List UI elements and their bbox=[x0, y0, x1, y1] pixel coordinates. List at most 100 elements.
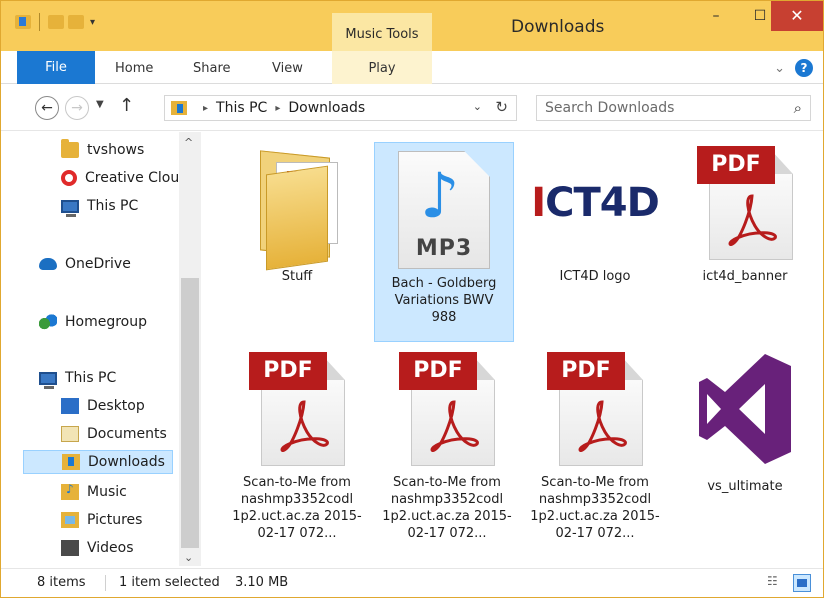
file-item-scan-1[interactable]: PDF Scan-to-Me from nashmp3352codl 1p2.u… bbox=[227, 350, 367, 560]
nav-item-downloads[interactable]: Downloads bbox=[23, 450, 173, 474]
file-item-ict4d-logo[interactable]: ICT4D ICT4D logo bbox=[525, 144, 665, 314]
acrobat-icon bbox=[280, 400, 329, 452]
up-button[interactable]: ↑ bbox=[119, 95, 134, 116]
breadcrumb-this-pc[interactable]: This PC bbox=[216, 100, 267, 116]
file-name: ict4d_banner bbox=[702, 269, 788, 284]
nav-item-label: Pictures bbox=[87, 512, 143, 528]
file-item-stuff[interactable]: Stuff bbox=[227, 144, 367, 314]
acrobat-icon bbox=[728, 194, 777, 246]
file-name: Stuff bbox=[281, 269, 313, 284]
ribbon-right-controls: ⌄ ? bbox=[774, 59, 813, 77]
nav-item-label: Downloads bbox=[88, 454, 165, 470]
refresh-icon[interactable]: ↻ bbox=[495, 98, 508, 116]
mp3-badge: MP3 bbox=[415, 236, 473, 261]
title-bar: ▾ Music Tools Downloads – ☐ ✕ bbox=[1, 1, 823, 51]
mp3-file-icon: ♪ MP3 bbox=[398, 151, 490, 269]
music-tools-context-tab[interactable]: Music Tools bbox=[332, 13, 432, 51]
pdf-file-icon: PDF bbox=[697, 144, 793, 262]
nav-pane-scrollbar[interactable]: ^ ⌄ bbox=[179, 132, 201, 566]
homegroup-icon bbox=[39, 314, 57, 330]
pdf-badge: PDF bbox=[547, 352, 625, 390]
folder-icon bbox=[61, 139, 79, 158]
scroll-up-icon[interactable]: ^ bbox=[184, 136, 193, 149]
pdf-file-icon: PDF bbox=[249, 350, 345, 468]
computer-icon bbox=[39, 371, 57, 389]
acrobat-icon bbox=[578, 400, 627, 452]
nav-item-this-pc[interactable]: This PC bbox=[39, 366, 179, 390]
nav-item-label: This PC bbox=[65, 370, 117, 386]
explorer-window: ▾ Music Tools Downloads – ☐ ✕ File Home … bbox=[0, 0, 824, 598]
toolbar-separator bbox=[39, 13, 40, 31]
desktop-folder-icon bbox=[61, 398, 79, 414]
acrobat-icon bbox=[430, 400, 479, 452]
file-name: Scan-to-Me from nashmp3352codl 1p2.uct.a… bbox=[382, 475, 512, 541]
breadcrumb-separator-icon[interactable]: ▸ bbox=[275, 103, 280, 114]
address-bar[interactable]: ▸ This PC ▸ Downloads ⌄ ↻ bbox=[164, 95, 517, 121]
search-placeholder: Search Downloads bbox=[545, 100, 675, 116]
ict4d-logo-text: ICT4D bbox=[531, 180, 660, 226]
recent-locations-icon[interactable]: ▼ bbox=[96, 99, 104, 110]
music-folder-icon bbox=[61, 482, 79, 500]
status-size: 3.10 MB bbox=[235, 575, 289, 590]
back-button[interactable]: ← bbox=[35, 96, 59, 120]
tab-view[interactable]: View bbox=[264, 51, 311, 84]
ict4d-logo-thumbnail: ICT4D bbox=[531, 144, 660, 262]
close-button[interactable]: ✕ bbox=[771, 1, 823, 31]
new-folder-icon[interactable] bbox=[48, 15, 64, 29]
nav-item-label: tvshows bbox=[87, 142, 145, 158]
quick-access-toolbar: ▾ bbox=[15, 13, 95, 31]
file-name: vs_ultimate bbox=[707, 479, 783, 494]
scroll-down-icon[interactable]: ⌄ bbox=[184, 551, 193, 564]
pdf-file-icon: PDF bbox=[399, 350, 495, 468]
nav-item-label: Creative Cloud Files bbox=[85, 170, 179, 186]
breadcrumb-separator-icon[interactable]: ▸ bbox=[203, 103, 208, 114]
visual-studio-icon bbox=[699, 354, 791, 464]
computer-icon bbox=[61, 199, 79, 217]
folder-icon[interactable] bbox=[68, 15, 84, 29]
pdf-badge: PDF bbox=[399, 352, 477, 390]
file-name: Bach - Goldberg Variations BWV 988 bbox=[391, 276, 497, 325]
videos-folder-icon bbox=[61, 540, 79, 556]
minimize-button[interactable]: – bbox=[695, 1, 737, 31]
scrollbar-thumb[interactable] bbox=[181, 278, 199, 548]
search-input[interactable]: Search Downloads ⌕ bbox=[536, 95, 811, 121]
expand-ribbon-icon[interactable]: ⌄ bbox=[774, 61, 785, 76]
properties-icon[interactable] bbox=[15, 15, 31, 29]
nav-item-label: This PC bbox=[87, 198, 139, 214]
nav-item-label: Videos bbox=[87, 540, 134, 556]
downloads-folder-icon bbox=[62, 454, 80, 470]
file-item-vs-ultimate[interactable]: vs_ultimate bbox=[675, 350, 815, 520]
file-item-scan-3[interactable]: PDF Scan-to-Me from nashmp3352codl 1p2.u… bbox=[525, 350, 665, 560]
pdf-file-icon: PDF bbox=[547, 350, 643, 468]
file-item-bach-goldberg[interactable]: ♪ MP3 Bach - Goldberg Variations BWV 988 bbox=[374, 142, 514, 342]
customize-toolbar-icon[interactable]: ▾ bbox=[90, 17, 95, 28]
tab-home[interactable]: Home bbox=[107, 51, 161, 84]
file-name: ICT4D logo bbox=[559, 269, 631, 284]
navigation-bar: ← → ▼ ↑ ▸ This PC ▸ Downloads ⌄ ↻ Search… bbox=[1, 85, 823, 131]
ribbon-tabs: File Home Share View Play ⌄ ? bbox=[1, 51, 823, 84]
tab-share[interactable]: Share bbox=[185, 51, 239, 84]
forward-button[interactable]: → bbox=[65, 96, 89, 120]
file-item-ict4d-banner[interactable]: PDF ict4d_banner bbox=[675, 144, 815, 314]
tab-file[interactable]: File bbox=[17, 51, 95, 84]
details-view-icon[interactable]: ☷ bbox=[767, 574, 785, 592]
large-icons-view-icon[interactable] bbox=[793, 574, 811, 592]
file-name: Scan-to-Me from nashmp3352codl 1p2.uct.a… bbox=[530, 475, 660, 541]
pdf-badge: PDF bbox=[697, 146, 775, 184]
status-item-count: 8 items bbox=[37, 575, 86, 590]
navigation-pane: tvshows Creative Cloud Files This PC One… bbox=[1, 132, 203, 568]
file-name: Scan-to-Me from nashmp3352codl 1p2.uct.a… bbox=[232, 475, 362, 541]
window-title: Downloads bbox=[511, 17, 605, 37]
tab-play[interactable]: Play bbox=[332, 51, 432, 84]
file-item-scan-2[interactable]: PDF Scan-to-Me from nashmp3352codl 1p2.u… bbox=[377, 350, 517, 560]
file-list: Stuff ♪ MP3 Bach - Goldberg Variations B… bbox=[203, 132, 823, 568]
nav-item-homegroup[interactable]: Homegroup bbox=[39, 310, 179, 334]
nav-item-onedrive[interactable]: OneDrive bbox=[39, 252, 179, 276]
search-icon[interactable]: ⌕ bbox=[794, 96, 802, 120]
breadcrumb-downloads[interactable]: Downloads bbox=[288, 100, 365, 116]
nav-item-creative-cloud[interactable]: Creative Cloud Files bbox=[61, 166, 179, 190]
help-icon[interactable]: ? bbox=[795, 59, 813, 77]
address-dropdown-icon[interactable]: ⌄ bbox=[473, 100, 482, 113]
status-divider bbox=[105, 575, 106, 591]
nav-item-label: Documents bbox=[87, 426, 167, 442]
